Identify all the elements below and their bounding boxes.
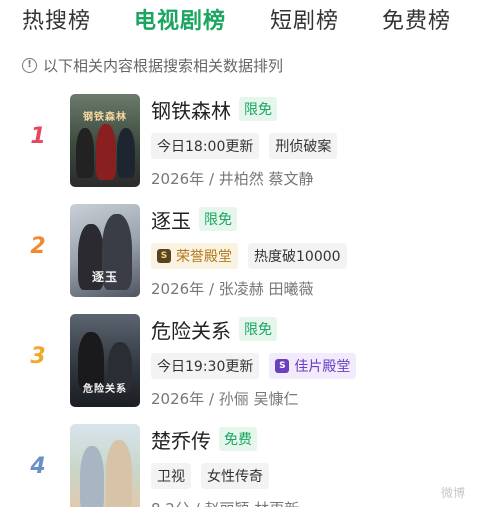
poster-image[interactable]: 危险关系 [70, 314, 140, 407]
free-badge: 限免 [199, 207, 237, 231]
rank-number: 1 [30, 124, 46, 149]
notice-text: 以下相关内容根据搜索相关数据排列 [43, 56, 284, 75]
list-item[interactable]: 1 钢铁森林 钢铁森林 限免 今日18:00更新 刑侦破案 2026年 / 井柏… [0, 94, 481, 194]
tab-tv-series[interactable]: 电视剧榜 [134, 3, 226, 35]
poster-title: 危险关系 [83, 384, 127, 395]
list-item[interactable]: 3 危险关系 危险关系 限免 今日19:30更新 S 佳片殿堂 2026年 / … [0, 314, 481, 414]
list-item[interactable]: 4 楚乔传 免费 卫视 女性传奇 8.2分 / 赵丽颖 林更新 [0, 424, 481, 507]
honor-hall-tag: S 荣誉殿堂 [151, 243, 238, 269]
genre-tag: 女性传奇 [201, 463, 269, 489]
rank-number: 3 [30, 344, 46, 369]
free-badge: 限免 [239, 317, 277, 341]
item-title[interactable]: 楚乔传 [151, 425, 211, 454]
genre-tag: 刑侦破案 [269, 133, 338, 159]
item-title[interactable]: 钢铁森林 [151, 95, 231, 124]
poster-title: 钢铁森林 [83, 112, 127, 123]
item-meta: 2026年 / 井柏然 蔡文静 [151, 170, 314, 188]
watermark: 微博 [440, 486, 465, 500]
quality-hall-tag: S 佳片殿堂 [269, 353, 357, 379]
quality-hall-label: 佳片殿堂 [294, 359, 351, 375]
chart-tabs: 热搜榜 电视剧榜 短剧榜 免费榜 [0, 0, 481, 40]
item-meta: 8.2分 / 赵丽颖 林更新 [151, 498, 299, 507]
update-tag: 今日19:30更新 [151, 353, 260, 379]
poster-title: 逐玉 [91, 270, 118, 284]
poster-image[interactable]: 钢铁森林 [70, 94, 140, 187]
tab-free[interactable]: 免费榜 [382, 3, 451, 35]
free-badge: 免费 [219, 427, 257, 451]
list-item[interactable]: 2 逐玉 逐玉 限免 S 荣誉殿堂 热度破10000 2026年 / 张凌赫 田… [0, 204, 481, 304]
channel-tag: 卫视 [151, 463, 191, 489]
popularity-tag: 热度破10000 [248, 243, 347, 269]
quality-hall-icon: S [275, 359, 290, 373]
item-meta: 2026年 / 孙俪 吴慷仁 [151, 390, 299, 408]
ranking-notice: ! 以下相关内容根据搜索相关数据排列 [22, 55, 283, 75]
item-title[interactable]: 危险关系 [151, 315, 231, 344]
honor-hall-label: 荣誉殿堂 [176, 249, 232, 265]
poster-image[interactable]: 逐玉 [70, 204, 140, 297]
item-title[interactable]: 逐玉 [151, 205, 191, 234]
rank-number: 2 [30, 234, 46, 259]
free-badge: 限免 [239, 97, 277, 121]
tab-hot-search[interactable]: 热搜榜 [22, 3, 91, 35]
info-icon: ! [22, 57, 37, 73]
tab-short-drama[interactable]: 短剧榜 [270, 3, 339, 35]
update-tag: 今日18:00更新 [151, 133, 260, 159]
honor-icon: S [157, 249, 171, 263]
item-meta: 2026年 / 张凌赫 田曦薇 [151, 280, 314, 298]
poster-image[interactable] [70, 424, 140, 507]
rank-number: 4 [30, 454, 46, 479]
